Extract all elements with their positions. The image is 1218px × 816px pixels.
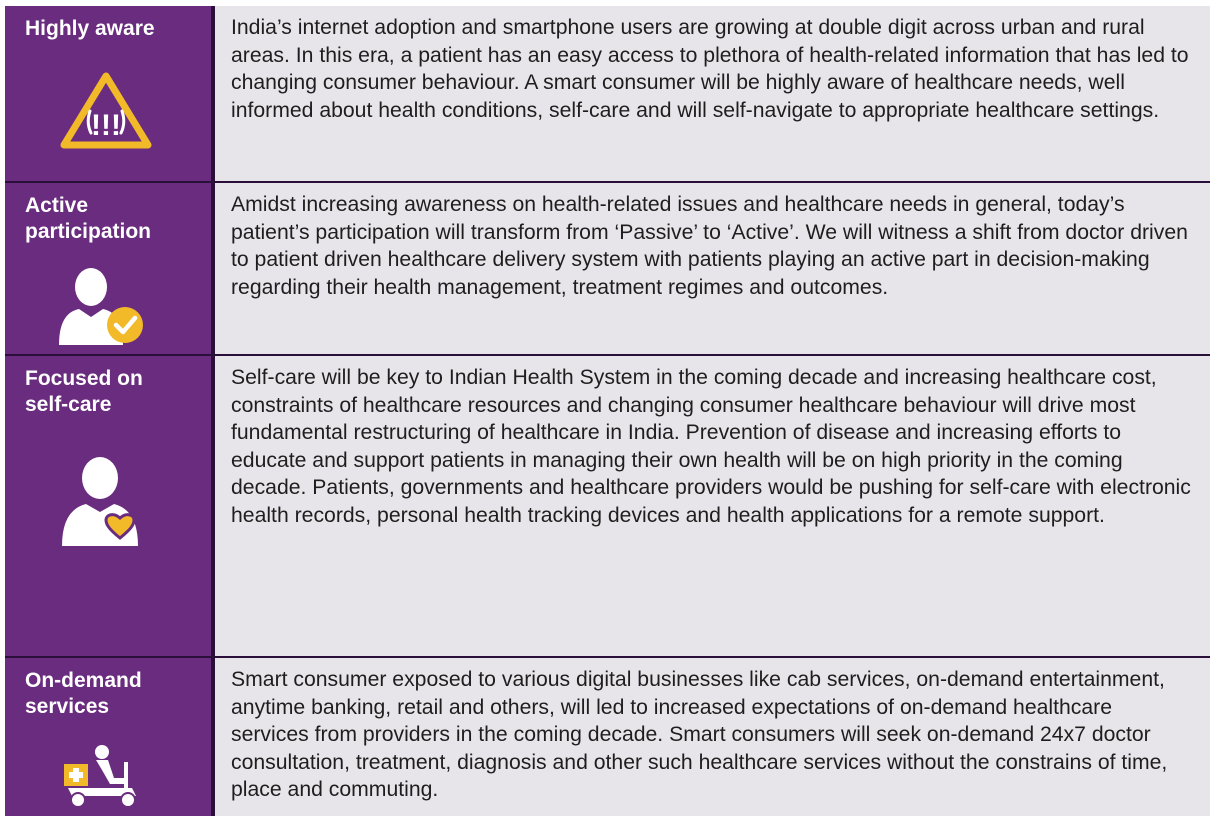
row-label-cell: Focused on self-care — [5, 356, 211, 656]
row-label-cell: On-demand services — [5, 658, 211, 816]
row-label-cell: Active participation — [5, 183, 211, 354]
row-title: Focused on self-care — [25, 367, 143, 416]
table-row-active-participation: Active participation Amidst increasing a… — [5, 183, 1210, 354]
row-description: Smart consumer exposed to various digita… — [215, 658, 1210, 816]
row-title: Active participation — [25, 194, 152, 243]
row-title: On-demand services — [25, 669, 142, 718]
row-description: India’s internet adoption and smartphone… — [215, 6, 1210, 181]
row-title: Highly aware — [25, 17, 155, 40]
person-check-icon — [57, 267, 145, 350]
row-description: Amidst increasing awareness on health-re… — [215, 183, 1210, 354]
svg-text:!!!: !!! — [91, 109, 121, 142]
table-row-focused-self-care: Focused on self-care Self-care will be k… — [5, 356, 1210, 656]
person-heart-icon — [60, 454, 140, 551]
scooter-delivery-icon — [62, 744, 140, 813]
warning-icon: !!! — [59, 71, 153, 154]
row-label-cell: Highly aware !!! — [5, 6, 211, 181]
table-row-highly-aware: Highly aware !!! India’s internet adopti… — [5, 6, 1210, 181]
row-description: Self-care will be key to Indian Health S… — [215, 356, 1210, 656]
trends-table: Highly aware !!! India’s internet adopti… — [0, 0, 1218, 816]
table-row-on-demand-services: On-demand services Smart consumer expose… — [5, 658, 1210, 816]
